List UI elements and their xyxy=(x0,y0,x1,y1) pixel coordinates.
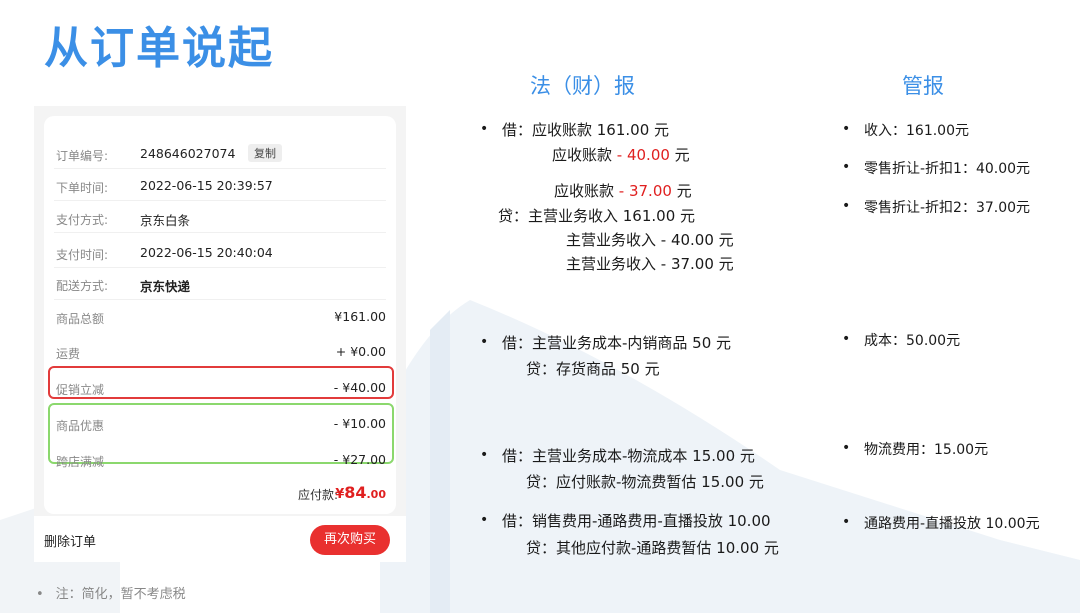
payable-dec: .00 xyxy=(366,488,387,501)
pay-time-label: 支付时间: xyxy=(56,248,109,262)
legal-entry1-line6: 主营业务收入 - 37.00 元 xyxy=(566,255,734,273)
order-no-value: 248646027074 xyxy=(140,146,236,161)
shipping-label: 运费 xyxy=(56,347,81,361)
bullet: • xyxy=(842,440,851,456)
order-action-bar: 删除订单 再次购买 xyxy=(34,516,406,562)
pay-method-label: 支付方式: xyxy=(56,213,109,227)
bullet: • xyxy=(842,514,851,530)
note: • 注：简化，暂不考虑税 xyxy=(36,583,186,602)
legal-entry1-line2: 应收账款 - 40.00 元 xyxy=(552,146,690,164)
page-title: 从订单说起 xyxy=(44,23,274,74)
cross-store-value: - ¥27.00 xyxy=(333,452,386,467)
cross-store-label: 跨店满减 xyxy=(56,455,105,469)
legal-entry2-line1: 借：主营业务成本-内销商品 50 元 xyxy=(502,334,732,352)
note-text: 注：简化，暂不考虑税 xyxy=(55,587,186,602)
goods-discount-label: 商品优惠 xyxy=(56,419,105,433)
pay-method-value: 京东白条 xyxy=(140,213,191,228)
bullet: • xyxy=(480,121,489,137)
pay-time-value: 2022-06-15 20:40:04 xyxy=(140,245,273,260)
mgmt-item-revenue: 收入：161.00元 xyxy=(864,123,969,139)
legal-entry3-line2: 贷：应付账款-物流费暂估 15.00 元 xyxy=(526,473,764,491)
payable-label: 应付款: xyxy=(297,488,338,502)
legal-entry2-line2: 贷：存货商品 50 元 xyxy=(526,360,660,378)
mgmt-item-cost: 成本：50.00元 xyxy=(864,333,961,349)
bullet: • xyxy=(480,334,489,350)
bullet: • xyxy=(842,198,851,214)
goods-total-label: 商品总额 xyxy=(56,312,105,326)
legal-entry4-line2: 贷：其他应付款-通路费暂估 10.00 元 xyxy=(526,539,779,557)
delete-order-button[interactable]: 删除订单 xyxy=(44,531,96,550)
order-card-panel: 订单编号: 248646027074 复制 下单时间: 2022-06-15 2… xyxy=(34,106,406,562)
legal-report-heading: 法（财）报 xyxy=(530,74,635,98)
legal-entry3-line1: 借：主营业务成本-物流成本 15.00 元 xyxy=(502,447,755,465)
promo-value: - ¥40.00 xyxy=(333,380,386,395)
order-no-label: 订单编号: xyxy=(56,149,109,163)
legal-entry1-line3: 应收账款 - 37.00 元 xyxy=(554,182,692,200)
shipping-value: + ¥0.00 xyxy=(335,344,386,359)
divider xyxy=(54,200,386,201)
divider xyxy=(54,267,386,268)
order-details-card: 订单编号: 248646027074 复制 下单时间: 2022-06-15 2… xyxy=(44,116,396,514)
bullet: • xyxy=(842,121,851,137)
rebuy-button[interactable]: 再次购买 xyxy=(310,525,390,555)
delivery-value: 京东快递 xyxy=(140,279,191,294)
note-bullet: • xyxy=(36,587,44,602)
slide: 从订单说起 订单编号: 248646027074 复制 下单时间: 2022-0… xyxy=(0,0,1080,613)
legal-entry1-line1: 借：应收账款 161.00 元 xyxy=(502,121,670,139)
goods-total-value: ¥161.00 xyxy=(334,309,386,324)
legal-entry1-line4: 贷：主营业务收入 161.00 元 xyxy=(498,207,696,225)
order-time-label: 下单时间: xyxy=(56,181,109,195)
legal-entry1-line5: 主营业务收入 - 40.00 元 xyxy=(566,231,734,249)
divider xyxy=(54,168,386,169)
bullet: • xyxy=(842,159,851,175)
payable-int: 84 xyxy=(344,483,367,502)
promo-label: 促销立减 xyxy=(56,383,105,397)
bullet: • xyxy=(480,447,489,463)
mgmt-item-discount1: 零售折让-折扣1：40.00元 xyxy=(864,161,1031,177)
legal-entry4-line1: 借：销售费用-通路费用-直播投放 10.00 xyxy=(502,512,771,530)
copy-button[interactable]: 复制 xyxy=(248,144,282,162)
bullet: • xyxy=(842,331,851,347)
divider xyxy=(54,299,386,300)
goods-discount-value: - ¥10.00 xyxy=(333,416,386,431)
divider xyxy=(54,232,386,233)
mgmt-item-logistics: 物流费用：15.00元 xyxy=(864,442,989,458)
mgmt-item-discount2: 零售折让-折扣2：37.00元 xyxy=(864,200,1031,216)
management-report-heading: 管报 xyxy=(902,74,944,98)
payable-amount: ¥84.00 xyxy=(335,483,386,502)
payable-currency: ¥ xyxy=(335,487,345,502)
mgmt-item-channel: 通路费用-直播投放 10.00元 xyxy=(864,516,1040,532)
delivery-label: 配送方式: xyxy=(56,279,109,293)
order-time-value: 2022-06-15 20:39:57 xyxy=(140,178,273,193)
bullet: • xyxy=(480,512,489,528)
